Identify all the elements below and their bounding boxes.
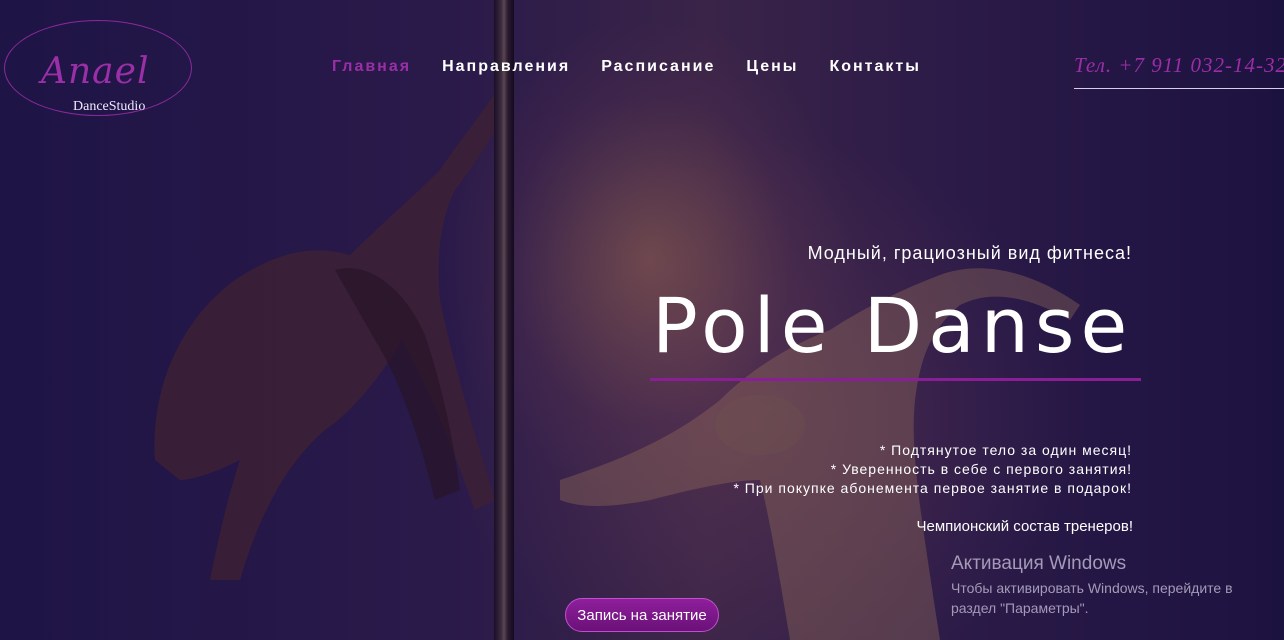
dance-pole bbox=[494, 0, 514, 640]
watermark-title: Активация Windows bbox=[951, 553, 1127, 574]
signup-button[interactable]: Запись на занятие bbox=[565, 598, 719, 632]
studio-logo[interactable]: Anael DanceStudio bbox=[4, 20, 192, 116]
dancer-left-image bbox=[154, 85, 516, 580]
feature-item: * При покупке абонемента первое занятие … bbox=[733, 480, 1132, 496]
feature-item: * Подтянутое тело за один месяц! bbox=[879, 442, 1132, 458]
trainers-text: Чемпионский состав тренеров! bbox=[916, 518, 1133, 535]
nav-item-schedule[interactable]: Расписание bbox=[601, 58, 715, 76]
logo-subtitle: DanceStudio bbox=[73, 99, 146, 114]
windows-activation-watermark: Активация Windows Чтобы активировать Win… bbox=[951, 553, 1271, 618]
nav-item-prices[interactable]: Цены bbox=[746, 58, 798, 76]
nav-item-directions[interactable]: Направления bbox=[442, 58, 570, 76]
hero-title: Pole Danse bbox=[652, 281, 1134, 370]
nav-item-home[interactable]: Главная bbox=[332, 58, 411, 76]
feature-list: * Подтянутое тело за один месяц! * Увере… bbox=[733, 441, 1132, 498]
watermark-text: Чтобы активировать Windows, перейдите в … bbox=[951, 580, 1233, 616]
title-underline bbox=[650, 378, 1141, 381]
logo-script-text: Anael bbox=[41, 51, 150, 92]
hero-tagline: Модный, грациозный вид фитнеса! bbox=[807, 243, 1132, 263]
nav-item-contacts[interactable]: Контакты bbox=[829, 58, 920, 76]
feature-item: * Уверенность в себе с первого занятия! bbox=[830, 461, 1132, 477]
main-nav: Главная Направления Расписание Цены Конт… bbox=[332, 58, 921, 76]
phone-number[interactable]: Тел. +7 911 032-14-32 bbox=[1074, 53, 1284, 89]
